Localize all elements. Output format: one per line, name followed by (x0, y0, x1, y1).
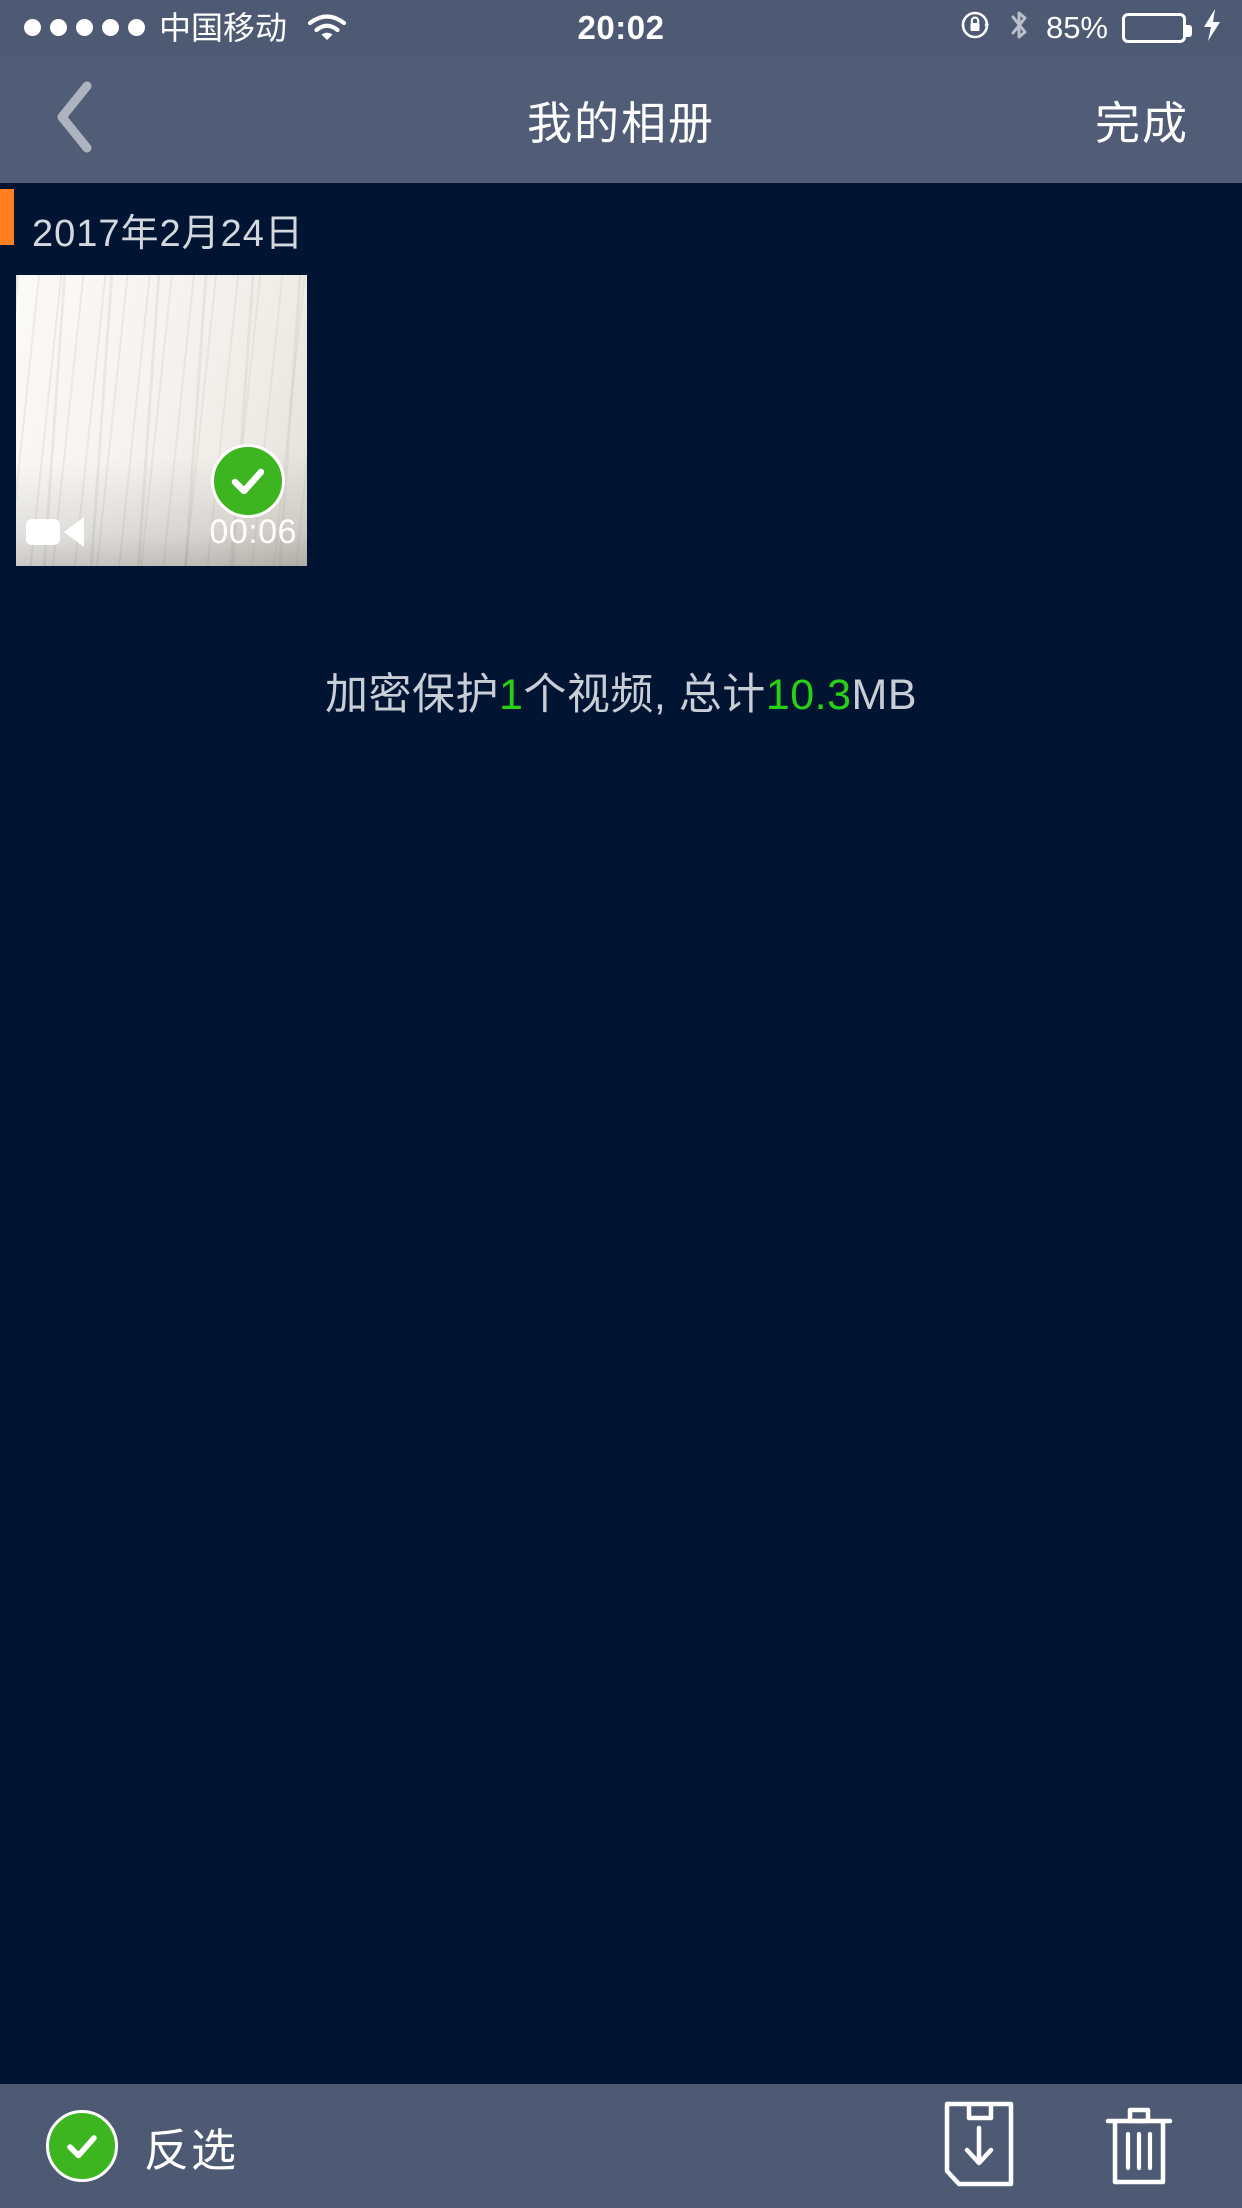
phone-screen: 中国移动 20:02 85% 我的相册 完成 2017年2月24日 00:06 … (0, 0, 1242, 2208)
section-marker-bar (0, 189, 14, 245)
summary-middle: 个视频, 总计 (523, 671, 766, 719)
section-date-label: 2017年2月24日 (32, 212, 304, 255)
carrier-name: 中国移动 (159, 9, 288, 46)
summary-prefix: 加密保护 (324, 671, 499, 719)
toolbar-actions (934, 2096, 1184, 2196)
battery-percent: 85% (1045, 9, 1108, 45)
wifi-icon (307, 13, 347, 43)
video-duration: 00:06 (209, 512, 297, 551)
status-bar-left: 中国移动 (0, 12, 347, 44)
video-camera-icon (26, 517, 84, 547)
save-download-icon (941, 2100, 1017, 2193)
media-thumbnail[interactable]: 00:06 (16, 275, 307, 566)
rotation-lock-icon (960, 9, 992, 46)
thumbnail-grid: 00:06 (0, 275, 1242, 566)
check-icon (67, 2135, 97, 2159)
summary-size: 10.3 (765, 671, 852, 719)
invert-selection-button[interactable]: 反选 (0, 2110, 238, 2182)
battery-icon (1122, 12, 1192, 43)
bottom-toolbar: 反选 (0, 2084, 1242, 2208)
lightning-bolt-icon (1200, 8, 1224, 48)
signal-strength-dots (24, 19, 145, 36)
check-icon (231, 468, 265, 495)
clock: 20:02 (577, 8, 665, 46)
check-circle-icon (46, 2110, 118, 2182)
selection-summary: 加密保护1个视频, 总计10.3MB (0, 660, 1242, 722)
status-bar-right: 85% (960, 0, 1224, 55)
selection-check-badge[interactable] (211, 444, 285, 518)
delete-button[interactable] (1094, 2096, 1184, 2196)
summary-count: 1 (498, 671, 524, 719)
done-button[interactable]: 完成 (1042, 55, 1242, 183)
save-button[interactable] (934, 2096, 1024, 2196)
bluetooth-icon (1006, 8, 1032, 47)
status-bar: 中国移动 20:02 85% (0, 0, 1242, 55)
date-section-header: 2017年2月24日 (0, 183, 1242, 275)
album-content: 2017年2月24日 00:06 加密保护1个视频, 总计10.3MB (0, 183, 1242, 2084)
invert-selection-label: 反选 (144, 2124, 239, 2176)
trash-icon (1101, 2100, 1177, 2193)
summary-size-unit: MB (851, 671, 918, 719)
navigation-bar: 我的相册 完成 (0, 55, 1242, 183)
